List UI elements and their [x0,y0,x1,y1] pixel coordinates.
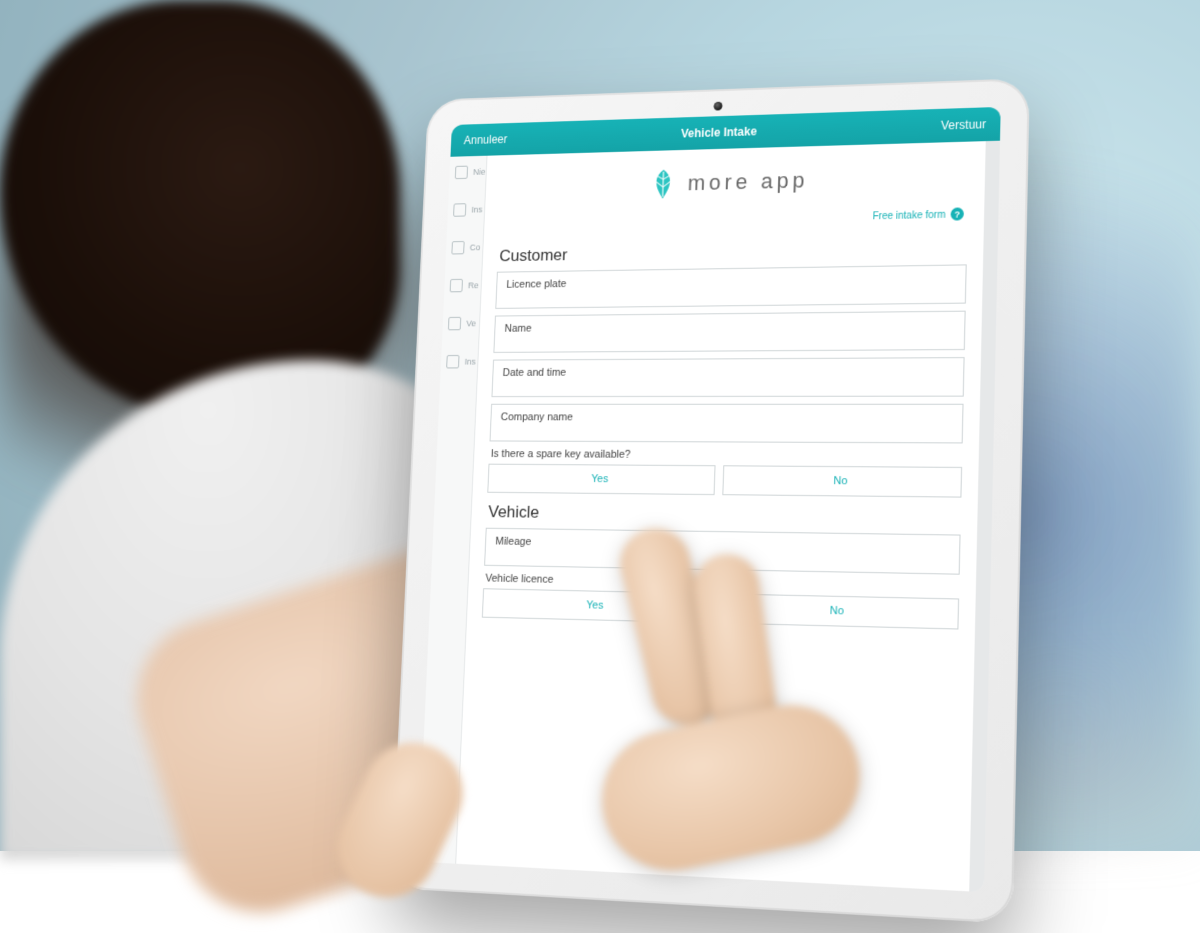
sidebar-item[interactable]: Ins [441,355,476,369]
sidebar-item-label: Re [468,281,479,291]
sidebar-icon [450,279,463,292]
help-icon: ? [950,207,963,220]
sidebar-item[interactable]: Co [446,241,481,255]
sidebar-item-label: Ins [471,205,482,215]
field-label: Mileage [495,536,949,555]
camera-icon [714,102,723,111]
section-title-customer: Customer [499,238,965,266]
spare-key-yes-button[interactable]: Yes [487,464,715,495]
spare-key-no-button[interactable]: No [722,465,962,497]
sidebar-item[interactable]: Ve [442,317,476,331]
field-label: Licence plate [506,273,955,291]
sidebar-item-label: Co [470,243,481,253]
form-body: Customer Licence plate Name Date and tim… [456,226,984,891]
sidebar-icon [446,355,459,368]
tablet-device: Annuleer Vehicle Intake Verstuur Nie Ins… [391,78,1030,924]
cancel-button[interactable]: Annuleer [463,133,507,147]
sidebar-item-label: Nie [473,167,486,177]
sidebar-item[interactable]: Re [444,279,479,293]
section-title-vehicle: Vehicle [488,502,959,528]
spare-key-question: Is there a spare key available? [491,448,963,463]
date-time-field[interactable]: Date and time [491,357,964,397]
field-label: Company name [500,412,952,425]
send-button[interactable]: Verstuur [941,117,986,132]
licence-plate-field[interactable]: Licence plate [495,264,966,309]
sidebar-icon [448,317,461,330]
sidebar-item[interactable]: Ins [448,203,483,217]
mileage-field[interactable]: Mileage [484,528,960,575]
vehicle-licence-yes-button[interactable]: Yes [482,588,711,623]
vehicle-licence-no-button[interactable]: No [718,593,960,629]
page-title: Vehicle Intake [681,125,757,141]
sidebar-icon [453,203,466,216]
sidebar-icon [455,166,468,179]
brand-name: more app [687,168,808,196]
sidebar-icon [451,241,464,254]
sidebar-item-label: Ve [466,319,476,329]
leaf-icon [649,167,677,200]
field-label: Name [504,319,954,335]
sidebar-item[interactable]: Nie [449,165,485,179]
field-label: Date and time [502,365,953,379]
help-link[interactable]: Free intake form? [872,207,964,222]
sidebar-item-label: Ins [464,357,475,367]
name-field[interactable]: Name [493,311,965,353]
company-name-field[interactable]: Company name [490,404,964,444]
